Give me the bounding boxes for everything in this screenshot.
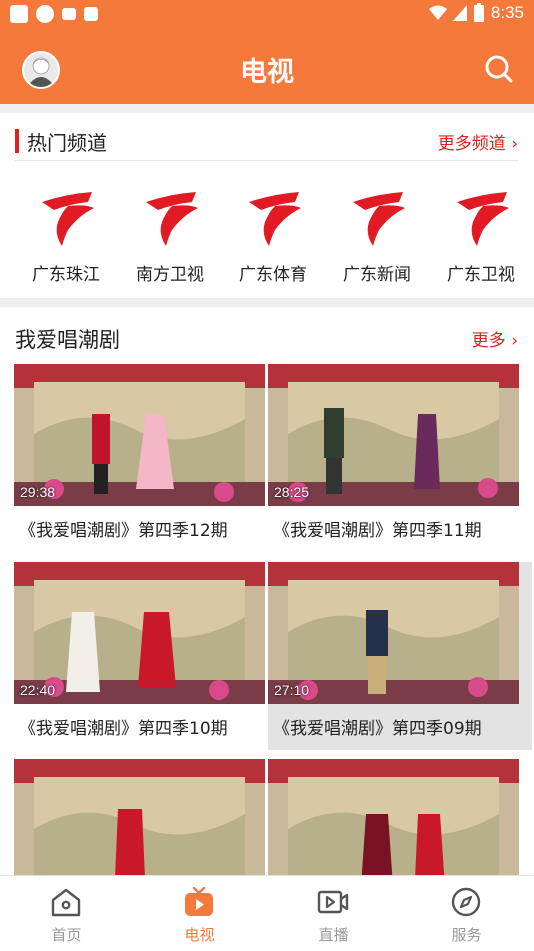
tab-live[interactable]: 直播	[267, 876, 400, 951]
section-divider	[0, 298, 534, 307]
mail-icon	[62, 8, 76, 20]
tab-label: 电视	[184, 926, 215, 944]
video-thumbnail	[14, 759, 265, 875]
system-status: 8:35	[428, 3, 524, 23]
gdtv-logo-icon	[457, 192, 509, 246]
program-section-header: 我爱唱潮剧 更多 ›	[0, 312, 534, 360]
channel-item[interactable]: 广东珠江	[14, 180, 118, 290]
video-card[interactable]	[14, 759, 266, 875]
section-divider	[0, 104, 534, 113]
clock: 8:35	[490, 3, 524, 22]
app-header: 电视	[0, 28, 534, 104]
notification-icons	[10, 5, 98, 23]
channel-label: 南方卫视	[136, 265, 204, 285]
tab-label: 直播	[318, 926, 349, 944]
tab-home[interactable]: 首页	[0, 876, 133, 951]
gdtv-logo-icon	[42, 192, 94, 246]
gdtv-logo-icon	[353, 192, 405, 246]
gdtv-logo-icon	[146, 192, 198, 246]
video-card[interactable]: 22:40 《我爱唱潮剧》第四季10期	[14, 562, 266, 750]
video-duration: 28:25	[274, 484, 310, 500]
video-duration: 27:10	[274, 682, 310, 698]
video-thumbnail	[268, 759, 519, 875]
sync-icon	[36, 5, 54, 23]
video-title: 《我爱唱潮剧》第四季10期	[19, 719, 228, 739]
channel-label: 广东卫视	[447, 265, 515, 285]
video-title: 《我爱唱潮剧》第四季09期	[273, 719, 482, 739]
section-marker	[15, 129, 19, 153]
tab-label: 服务	[451, 926, 482, 944]
channel-list: 广东珠江 南方卫视 广东体育 广东新闻 广东卫视	[0, 180, 534, 290]
signal-icon	[452, 5, 467, 21]
hot-channels-header: 热门频道 更多频道 ›	[0, 115, 534, 163]
divider	[15, 160, 519, 161]
video-card[interactable]: 28:25 《我爱唱潮剧》第四季11期	[268, 364, 520, 552]
channel-item[interactable]: 广东体育	[221, 180, 325, 290]
text-app-icon	[84, 7, 98, 21]
app-notification-icon	[10, 5, 28, 23]
channel-item[interactable]: 广东卫视	[429, 180, 533, 290]
channel-item[interactable]: 南方卫视	[118, 180, 222, 290]
video-card[interactable]	[268, 759, 520, 875]
channel-label: 广东新闻	[343, 265, 411, 285]
more-channels-link[interactable]: 更多频道 ›	[438, 129, 518, 154]
video-title: 《我爱唱潮剧》第四季12期	[19, 521, 228, 541]
channel-label: 广东体育	[239, 265, 307, 285]
live-video-icon	[317, 890, 349, 914]
tab-tv[interactable]: 电视	[133, 876, 266, 951]
tab-services[interactable]: 服务	[400, 876, 533, 951]
bottom-tab-bar: 首页 电视 直播 服务	[0, 875, 534, 950]
more-videos-link[interactable]: 更多 ›	[472, 326, 518, 351]
video-title: 《我爱唱潮剧》第四季11期	[273, 521, 482, 541]
video-card[interactable]: 29:38 《我爱唱潮剧》第四季12期	[14, 364, 266, 552]
video-duration: 29:38	[20, 484, 56, 500]
gdtv-logo-icon	[249, 192, 301, 246]
home-icon	[51, 888, 81, 917]
video-card-selected[interactable]: 27:10 《我爱唱潮剧》第四季09期	[268, 562, 532, 750]
tab-label: 首页	[51, 926, 82, 944]
hot-channels-title: 热门频道	[27, 131, 107, 155]
battery-icon	[473, 3, 484, 22]
tv-icon	[185, 886, 213, 916]
video-duration: 22:40	[20, 682, 56, 698]
channel-item[interactable]: 广东新闻	[325, 180, 429, 290]
program-section-title: 我爱唱潮剧	[15, 328, 120, 352]
channel-label: 广东珠江	[32, 265, 100, 285]
wifi-icon	[428, 5, 447, 20]
compass-icon	[451, 887, 481, 917]
search-icon[interactable]	[484, 54, 514, 84]
status-bar: 8:35	[0, 0, 534, 28]
page-title: 电视	[240, 57, 294, 88]
